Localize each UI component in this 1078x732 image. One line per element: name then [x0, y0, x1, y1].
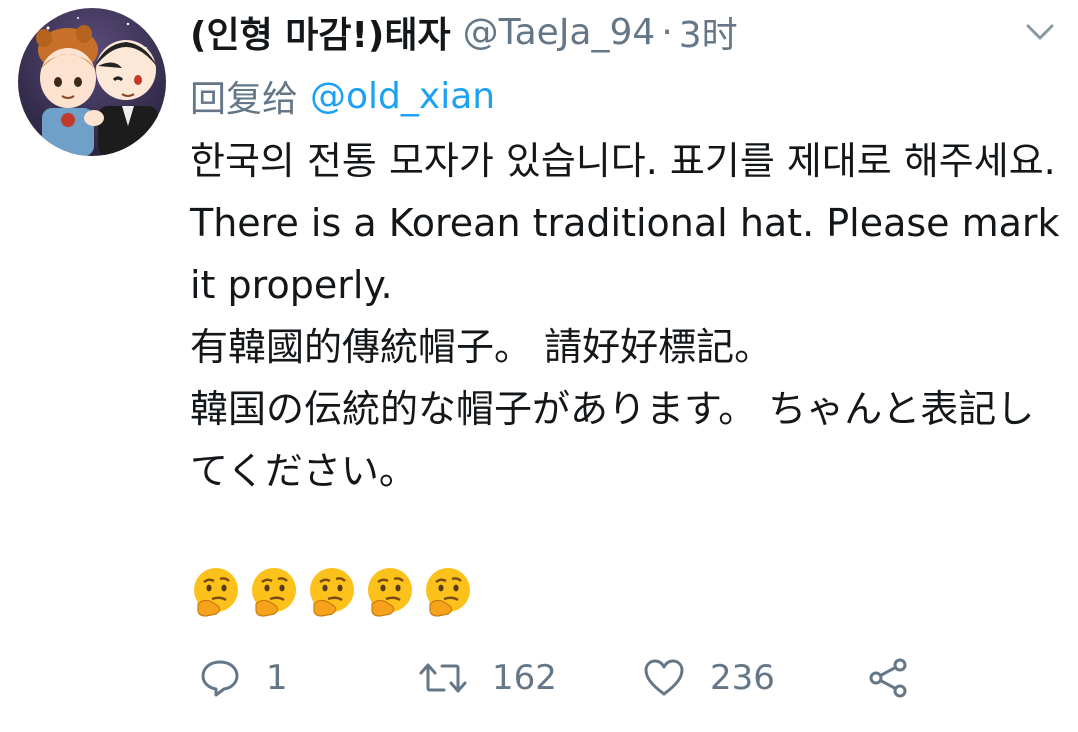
tweet-body: 한국의 전통 모자가 있습니다. 표기를 제대로 해주세요. There is … [190, 130, 1070, 502]
user-handle[interactable]: @TaeJa_94 [463, 12, 656, 53]
share-icon [869, 658, 907, 698]
avatar[interactable] [18, 8, 166, 156]
timestamp[interactable]: 3时 [679, 6, 738, 58]
separator-dot: · [661, 11, 673, 53]
tweet-actions: 1 162 236 [190, 650, 930, 706]
display-name[interactable]: (인형 마감!)태자 [190, 6, 451, 58]
thinking-face-icon [252, 568, 296, 617]
like-count: 236 [710, 658, 775, 698]
reply-icon [201, 660, 239, 697]
retweet-icon [419, 663, 467, 693]
emoji-row [190, 566, 474, 622]
tweet: (인형 마감!)태자 @TaeJa_94 · 3时 回复给 @old_xian … [0, 0, 1078, 732]
avatar-illustration [18, 8, 166, 156]
reply-mention-link[interactable]: @old_xian [310, 76, 495, 117]
retweet-count: 162 [492, 658, 557, 698]
reply-label: 回复给 [190, 79, 299, 120]
reply-count: 1 [266, 658, 288, 698]
thinking-face-icon [194, 568, 238, 617]
retweet-button[interactable]: 162 [418, 650, 557, 706]
tweet-header: (인형 마감!)태자 @TaeJa_94 · 3时 [190, 6, 738, 58]
tweet-text-chinese: 有韓國的傳統帽子。 請好好標記。 [190, 325, 773, 369]
tweet-text-japanese: 韓国の伝統的な帽子があります。 ちゃんと表記してください。 [190, 387, 1035, 493]
thinking-face-icon [368, 568, 412, 617]
like-button[interactable]: 236 [642, 650, 775, 706]
tweet-text-english: There is a Korean traditional hat. Pleas… [190, 201, 1060, 307]
heart-icon [644, 659, 684, 696]
thinking-face-icon [310, 568, 354, 617]
reply-context: 回复给 @old_xian [190, 70, 495, 122]
tweet-text-korean: 한국의 전통 모자가 있습니다. 표기를 제대로 해주세요. [190, 139, 1056, 183]
share-button[interactable] [866, 650, 910, 706]
thinking-face-icon [426, 568, 470, 617]
chevron-down-icon[interactable] [1022, 14, 1058, 50]
reply-button[interactable]: 1 [198, 650, 288, 706]
